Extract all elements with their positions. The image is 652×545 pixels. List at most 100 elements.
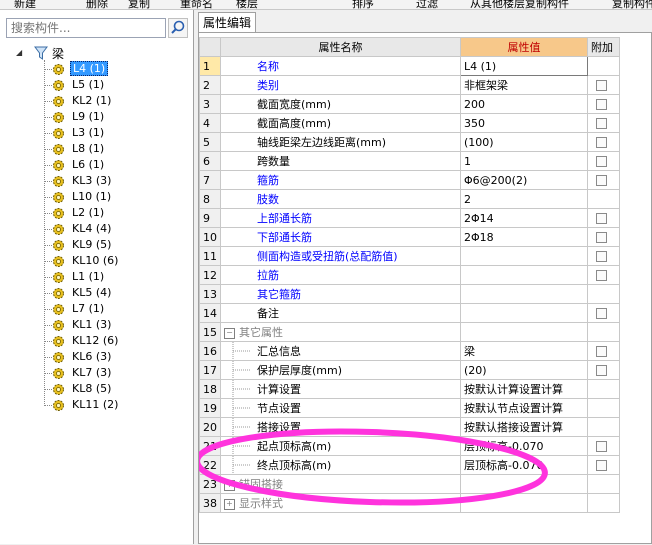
- property-value[interactable]: [460, 284, 588, 304]
- property-row[interactable]: 12 拉筋: [199, 265, 620, 285]
- property-group[interactable]: − 其它属性: [220, 322, 461, 342]
- property-value[interactable]: [460, 246, 588, 266]
- property-value[interactable]: 层顶标高-0.070: [460, 436, 588, 456]
- toolbar-new-button[interactable]: 新建: [14, 0, 36, 9]
- property-row[interactable]: 5 轴线距梁左边线距离(mm) (100): [199, 132, 620, 152]
- toolbar-rename-button[interactable]: 重命名: [180, 0, 213, 9]
- collapse-icon[interactable]: −: [224, 327, 235, 339]
- additional-cell: [587, 246, 620, 266]
- property-row[interactable]: 38 + 显示样式: [199, 493, 620, 513]
- property-row[interactable]: 23 + 锚固搭接: [199, 474, 620, 494]
- property-row[interactable]: 14 备注: [199, 303, 620, 323]
- property-value[interactable]: 2Φ14: [460, 208, 588, 228]
- property-group[interactable]: + 显示样式: [220, 493, 461, 513]
- additional-checkbox[interactable]: [596, 460, 607, 471]
- property-row[interactable]: 21 起点顶标高(m) 层顶标高-0.070: [199, 436, 620, 456]
- property-value[interactable]: (100): [460, 132, 588, 152]
- property-value[interactable]: 按默认搭接设置计算: [460, 417, 588, 437]
- expand-icon[interactable]: +: [224, 479, 235, 491]
- additional-checkbox[interactable]: [596, 251, 607, 262]
- property-name: 类别: [220, 75, 461, 95]
- additional-checkbox[interactable]: [596, 270, 607, 281]
- property-row[interactable]: 13 其它箍筋: [199, 284, 620, 304]
- tree-branch-line: [232, 456, 251, 474]
- additional-checkbox[interactable]: [596, 137, 607, 148]
- component-gear-icon: [53, 80, 64, 91]
- property-row[interactable]: 4 截面高度(mm) 350: [199, 113, 620, 133]
- property-value[interactable]: [460, 303, 588, 323]
- toolbar-sort-button[interactable]: 排序: [352, 0, 374, 9]
- property-value[interactable]: 非框架梁: [460, 75, 588, 95]
- property-row[interactable]: 19 节点设置 按默认节点设置计算: [199, 398, 620, 418]
- property-value[interactable]: 350: [460, 113, 588, 133]
- expand-icon[interactable]: +: [224, 498, 235, 510]
- additional-checkbox[interactable]: [596, 441, 607, 452]
- additional-cell: [587, 322, 620, 342]
- component-gear-icon: [53, 304, 64, 315]
- property-value[interactable]: 2: [460, 189, 588, 209]
- property-value[interactable]: 200: [460, 94, 588, 114]
- property-row[interactable]: 18 计算设置 按默认计算设置计算: [199, 379, 620, 399]
- property-value[interactable]: [460, 474, 588, 494]
- main-toolbar: 新建 删除 复制 重命名 楼层 排序 过滤 从其他楼层复制构件 复制构件: [0, 0, 652, 10]
- tab-property-edit[interactable]: 属性编辑: [198, 12, 256, 32]
- header-additional: 附加: [587, 37, 620, 57]
- property-value[interactable]: [460, 322, 588, 342]
- collapse-toggle-icon[interactable]: ◢: [16, 48, 22, 57]
- additional-cell: [587, 436, 620, 456]
- additional-checkbox[interactable]: [596, 232, 607, 243]
- additional-checkbox[interactable]: [596, 308, 607, 319]
- property-row[interactable]: 8 肢数 2: [199, 189, 620, 209]
- property-value[interactable]: 1: [460, 151, 588, 171]
- tree-branch-line: [232, 342, 251, 360]
- additional-checkbox[interactable]: [596, 118, 607, 129]
- header-property-name: 属性名称: [220, 37, 461, 57]
- toolbar-floor-button[interactable]: 楼层: [236, 0, 258, 9]
- property-value[interactable]: [460, 265, 588, 285]
- toolbar-copy-component-button[interactable]: 复制构件: [612, 0, 652, 9]
- additional-checkbox[interactable]: [596, 99, 607, 110]
- header-row-number: [199, 37, 221, 57]
- component-search-input[interactable]: [6, 18, 166, 38]
- property-value[interactable]: 梁: [460, 341, 588, 361]
- toolbar-delete-button[interactable]: 删除: [86, 0, 108, 9]
- property-row[interactable]: 9 上部通长筋 2Φ14: [199, 208, 620, 228]
- toolbar-filter-button[interactable]: 过滤: [416, 0, 438, 9]
- additional-checkbox[interactable]: [596, 156, 607, 167]
- row-number: 6: [199, 151, 221, 171]
- property-value[interactable]: (20): [460, 360, 588, 380]
- property-row[interactable]: 16 汇总信息梁: [199, 341, 620, 361]
- property-group[interactable]: + 锚固搭接: [220, 474, 461, 494]
- tree-item-label: L2 (1): [72, 206, 105, 219]
- property-row[interactable]: 6 跨数量 1: [199, 151, 620, 171]
- property-row[interactable]: 11 侧面构造或受扭筋(总配筋值): [199, 246, 620, 266]
- property-value[interactable]: 层顶标高-0.070: [460, 455, 588, 475]
- property-name: 截面高度(mm): [220, 113, 461, 133]
- additional-cell: [587, 227, 620, 247]
- property-row[interactable]: 20 搭接设置 按默认搭接设置计算: [199, 417, 620, 437]
- additional-checkbox[interactable]: [596, 175, 607, 186]
- additional-checkbox[interactable]: [596, 213, 607, 224]
- property-value[interactable]: 按默认计算设置计算: [460, 379, 588, 399]
- tree-item-label: L4 (1): [70, 61, 109, 76]
- property-row[interactable]: 3 截面宽度(mm) 200: [199, 94, 620, 114]
- property-row[interactable]: 15− 其它属性: [199, 322, 620, 342]
- additional-checkbox[interactable]: [596, 365, 607, 376]
- search-button[interactable]: [168, 18, 188, 38]
- property-row[interactable]: 7 箍筋 Φ6@200(2): [199, 170, 620, 190]
- property-value[interactable]: L4 (1): [460, 56, 588, 76]
- additional-checkbox[interactable]: [596, 80, 607, 91]
- row-number: 21: [199, 436, 221, 456]
- property-row[interactable]: 10 下部通长筋 2Φ18: [199, 227, 620, 247]
- property-value[interactable]: Φ6@200(2): [460, 170, 588, 190]
- toolbar-copy-button[interactable]: 复制: [128, 0, 150, 9]
- property-value[interactable]: 2Φ18: [460, 227, 588, 247]
- toolbar-copy-from-floor-button[interactable]: 从其他楼层复制构件: [470, 0, 569, 9]
- property-row[interactable]: 17 保护层厚度(mm) (20): [199, 360, 620, 380]
- additional-checkbox[interactable]: [596, 346, 607, 357]
- property-value[interactable]: 按默认节点设置计算: [460, 398, 588, 418]
- property-value[interactable]: [460, 493, 588, 513]
- property-row[interactable]: 2 类别 非框架梁: [199, 75, 620, 95]
- property-row[interactable]: 1 名称 L4 (1): [199, 56, 620, 76]
- property-row[interactable]: 22 终点顶标高(m) 层顶标高-0.070: [199, 455, 620, 475]
